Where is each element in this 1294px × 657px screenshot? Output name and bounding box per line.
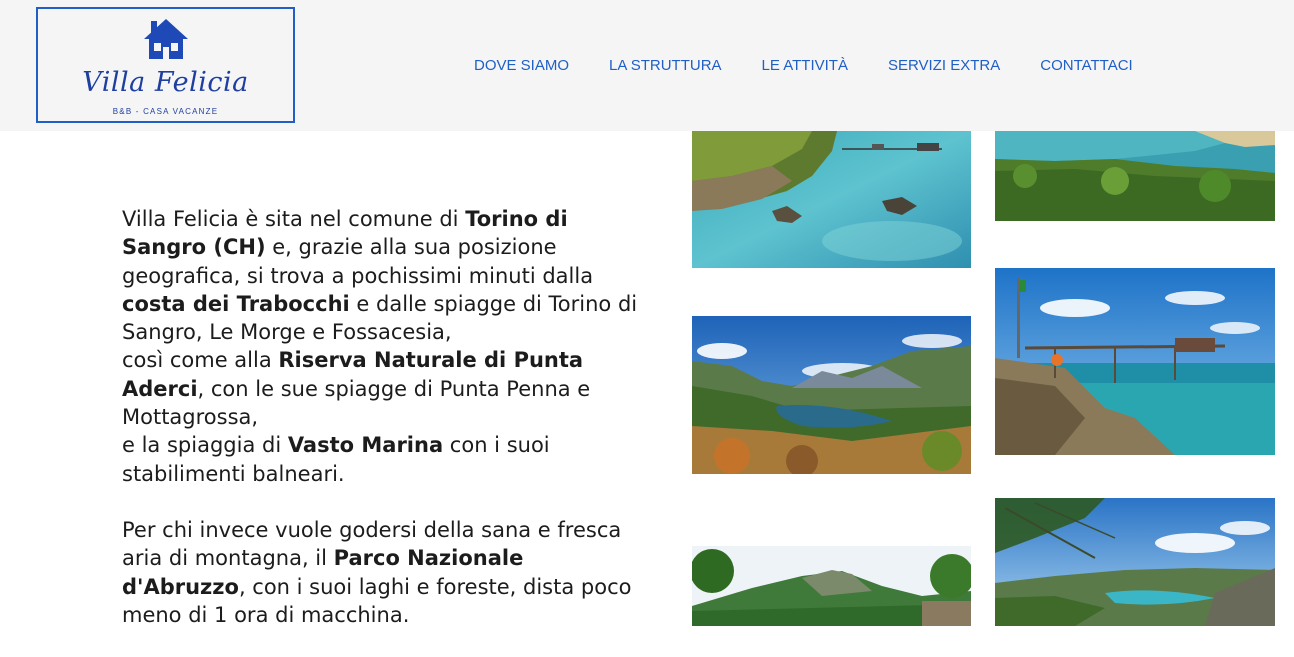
nav-dove-siamo[interactable]: DOVE SIAMO [474, 57, 569, 74]
intro-bold-span: Vasto Marina [287, 433, 444, 458]
logo-tagline: B&B - CASA VACANZE [112, 107, 219, 116]
photo-trabocco-pier[interactable] [995, 268, 1275, 455]
intro-paragraph-1: Villa Felicia è sita nel comune di Torin… [122, 205, 652, 488]
intro-text: Villa Felicia è sita nel comune di Torin… [122, 205, 652, 657]
intro-text-span: Villa Felicia è sita nel comune di [122, 207, 466, 231]
photo-sea-beach-panorama[interactable] [995, 131, 1275, 221]
intro-bold-span: costa dei Trabocchi [122, 291, 350, 316]
photo-lake-from-pines[interactable] [995, 498, 1275, 626]
photo-mountain-forest[interactable] [692, 546, 971, 626]
site-header: Villa Felicia B&B - CASA VACANZE DOVE SI… [0, 0, 1294, 131]
intro-paragraph-2: Per chi invece vuole godersi della sana … [122, 516, 652, 629]
photo-mountain-lake-valley[interactable] [692, 316, 971, 474]
intro-text-span: così come alla [122, 348, 279, 373]
nav-contattaci[interactable]: CONTATTACI [1040, 57, 1133, 74]
nav-la-struttura[interactable]: LA STRUTTURA [609, 57, 722, 74]
logo-title: Villa Felicia [82, 67, 249, 98]
photo-coast-trabocco-aerial[interactable] [692, 131, 971, 268]
nav-le-attivita[interactable]: LE ATTIVITÀ [762, 57, 848, 74]
house-icon [144, 19, 188, 59]
main-nav: DOVE SIAMO LA STRUTTURA LE ATTIVITÀ SERV… [474, 57, 1173, 74]
logo[interactable]: Villa Felicia B&B - CASA VACANZE [36, 7, 295, 123]
nav-servizi-extra[interactable]: SERVIZI EXTRA [888, 57, 1000, 74]
intro-text-span: e la spiaggia di [122, 433, 288, 458]
